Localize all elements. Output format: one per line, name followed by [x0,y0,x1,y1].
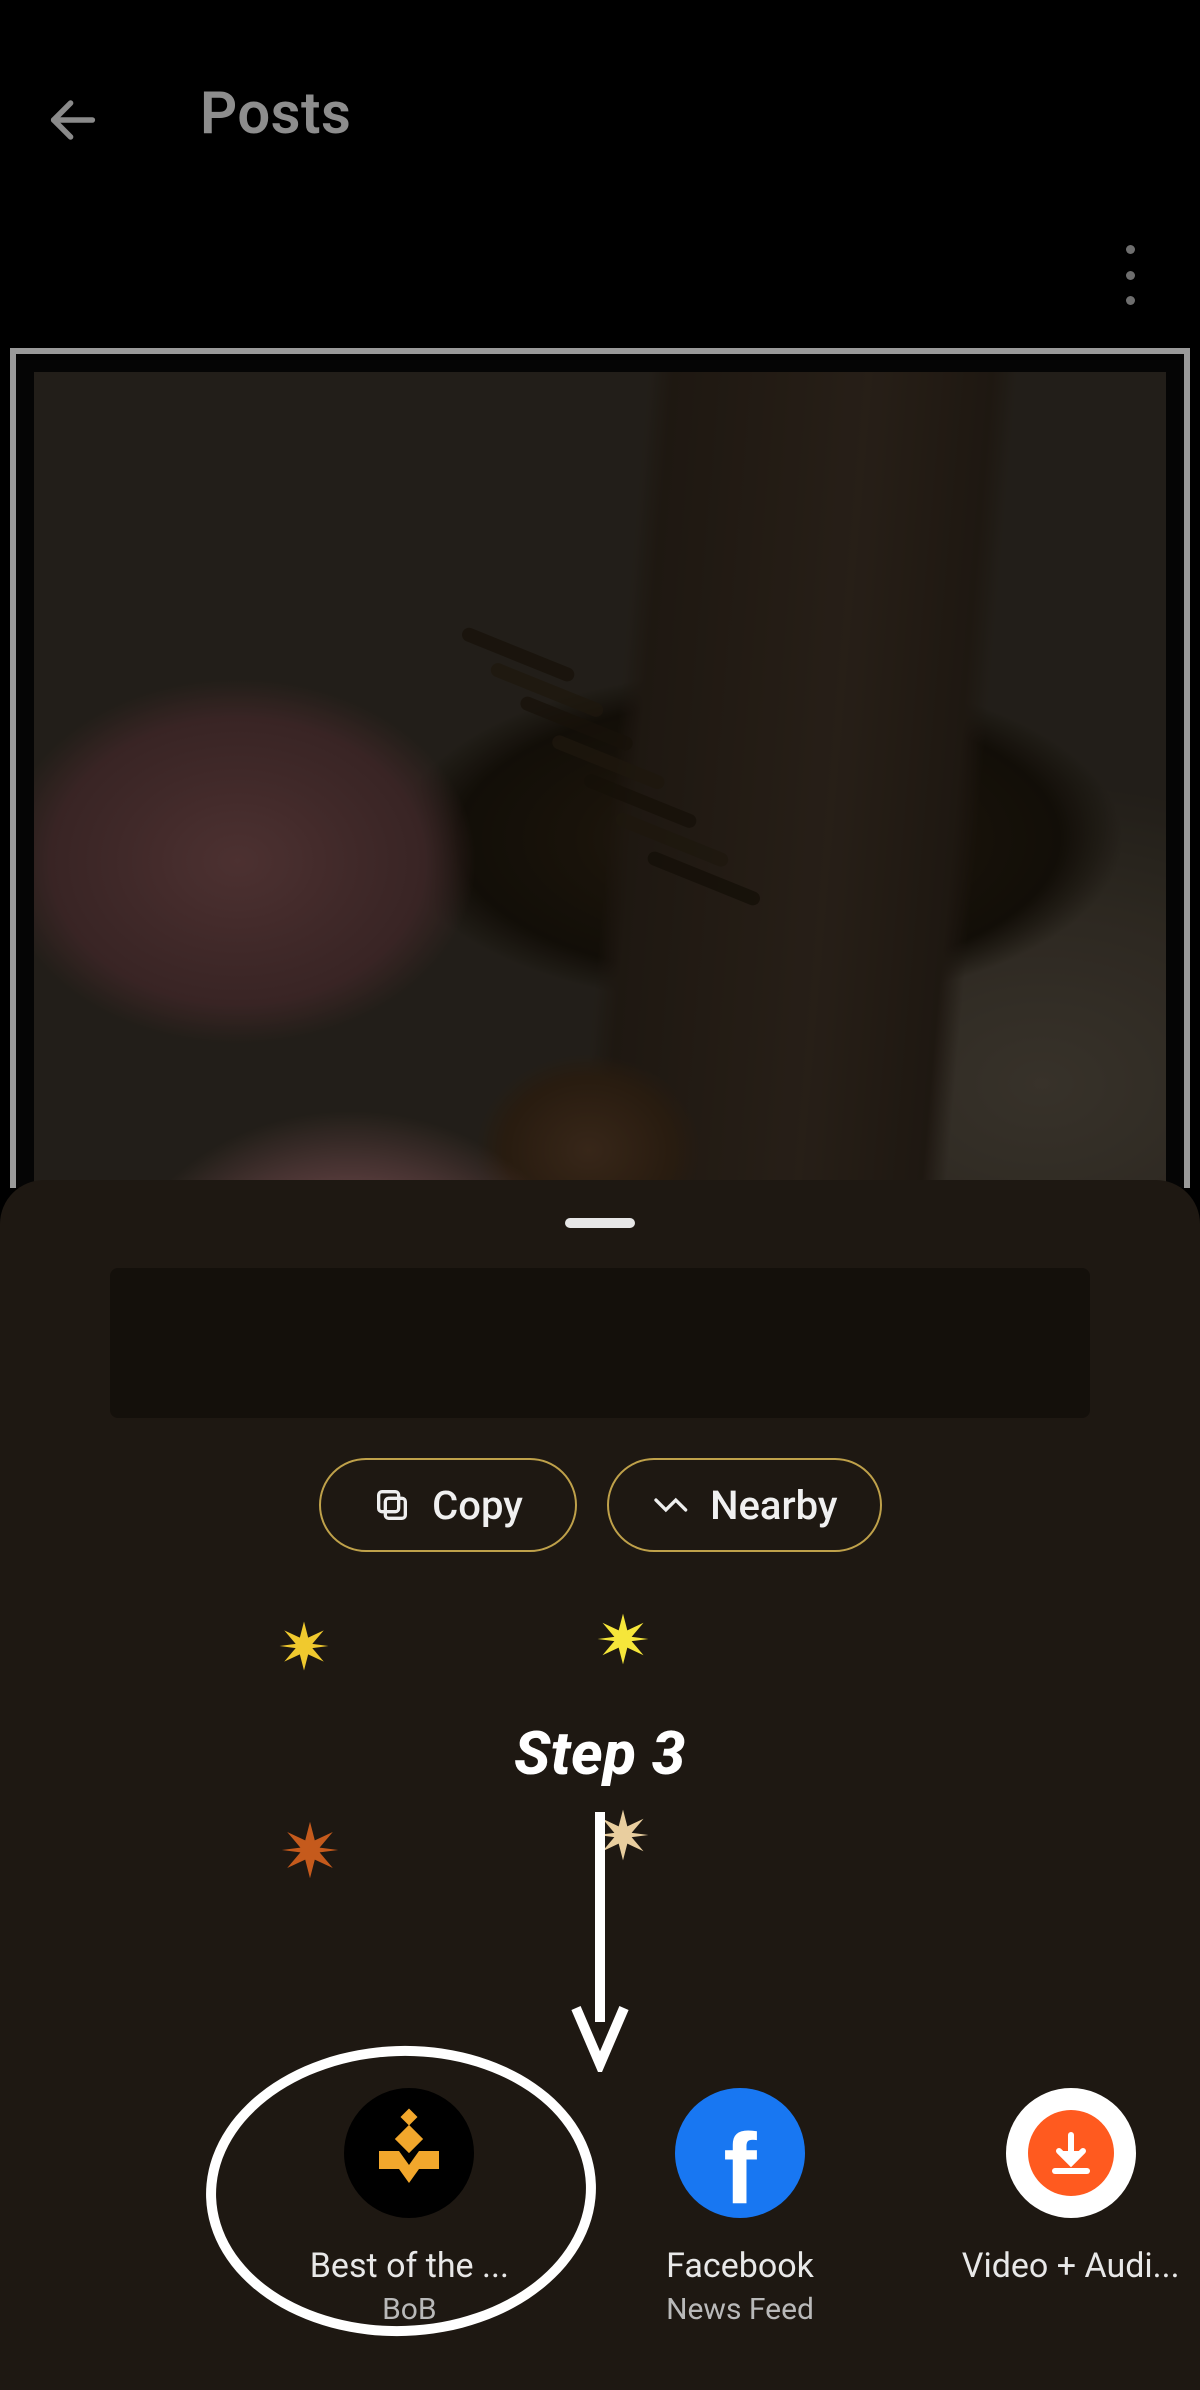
share-target-title: Video + Audi... [962,2246,1180,2286]
copy-icon [372,1485,412,1525]
page-title: Posts [200,80,351,148]
sparkle-icon [280,1820,340,1880]
share-action-row: Copy Nearby [0,1458,1200,1552]
phone-screen: Posts Copy N [0,0,1200,2390]
arrow-left-icon [44,91,102,149]
share-target-title: Facebook [666,2246,814,2286]
sparkle-icon [278,1620,330,1672]
copy-label: Copy [432,1482,523,1529]
app-header: Posts [0,0,1200,210]
share-target-subtitle: News Feed [666,2292,814,2327]
share-targets-row: Best of the ... BoB f Facebook News Feed [0,2088,1200,2327]
share-target-facebook[interactable]: f Facebook News Feed [611,2088,870,2327]
annotation-arrow-down-icon [570,1812,630,2072]
share-preview-area [110,1268,1090,1418]
nearby-label: Nearby [710,1482,837,1529]
share-target-bob[interactable]: Best of the ... BoB [280,2088,539,2327]
nearby-share-button[interactable]: Nearby [607,1458,882,1552]
more-options-button[interactable] [1110,245,1150,305]
more-vert-icon [1126,245,1135,254]
facebook-icon: f [675,2088,805,2218]
drag-handle[interactable] [565,1218,635,1228]
bob-app-icon [344,2088,474,2218]
share-target-subtitle: BoB [382,2292,437,2327]
nearby-share-icon [651,1485,691,1525]
sparkle-icon [596,1612,650,1666]
share-target-video-downloader[interactable]: Video + Audi... [941,2088,1200,2292]
copy-button[interactable]: Copy [319,1458,577,1552]
back-button[interactable] [38,85,108,155]
download-app-icon [1006,2088,1136,2218]
annotation-step-label: Step 3 [0,1718,1200,1789]
share-sheet[interactable]: Copy Nearby Step 3 [0,1180,1200,2390]
share-target-title: Best of the ... [310,2246,509,2286]
